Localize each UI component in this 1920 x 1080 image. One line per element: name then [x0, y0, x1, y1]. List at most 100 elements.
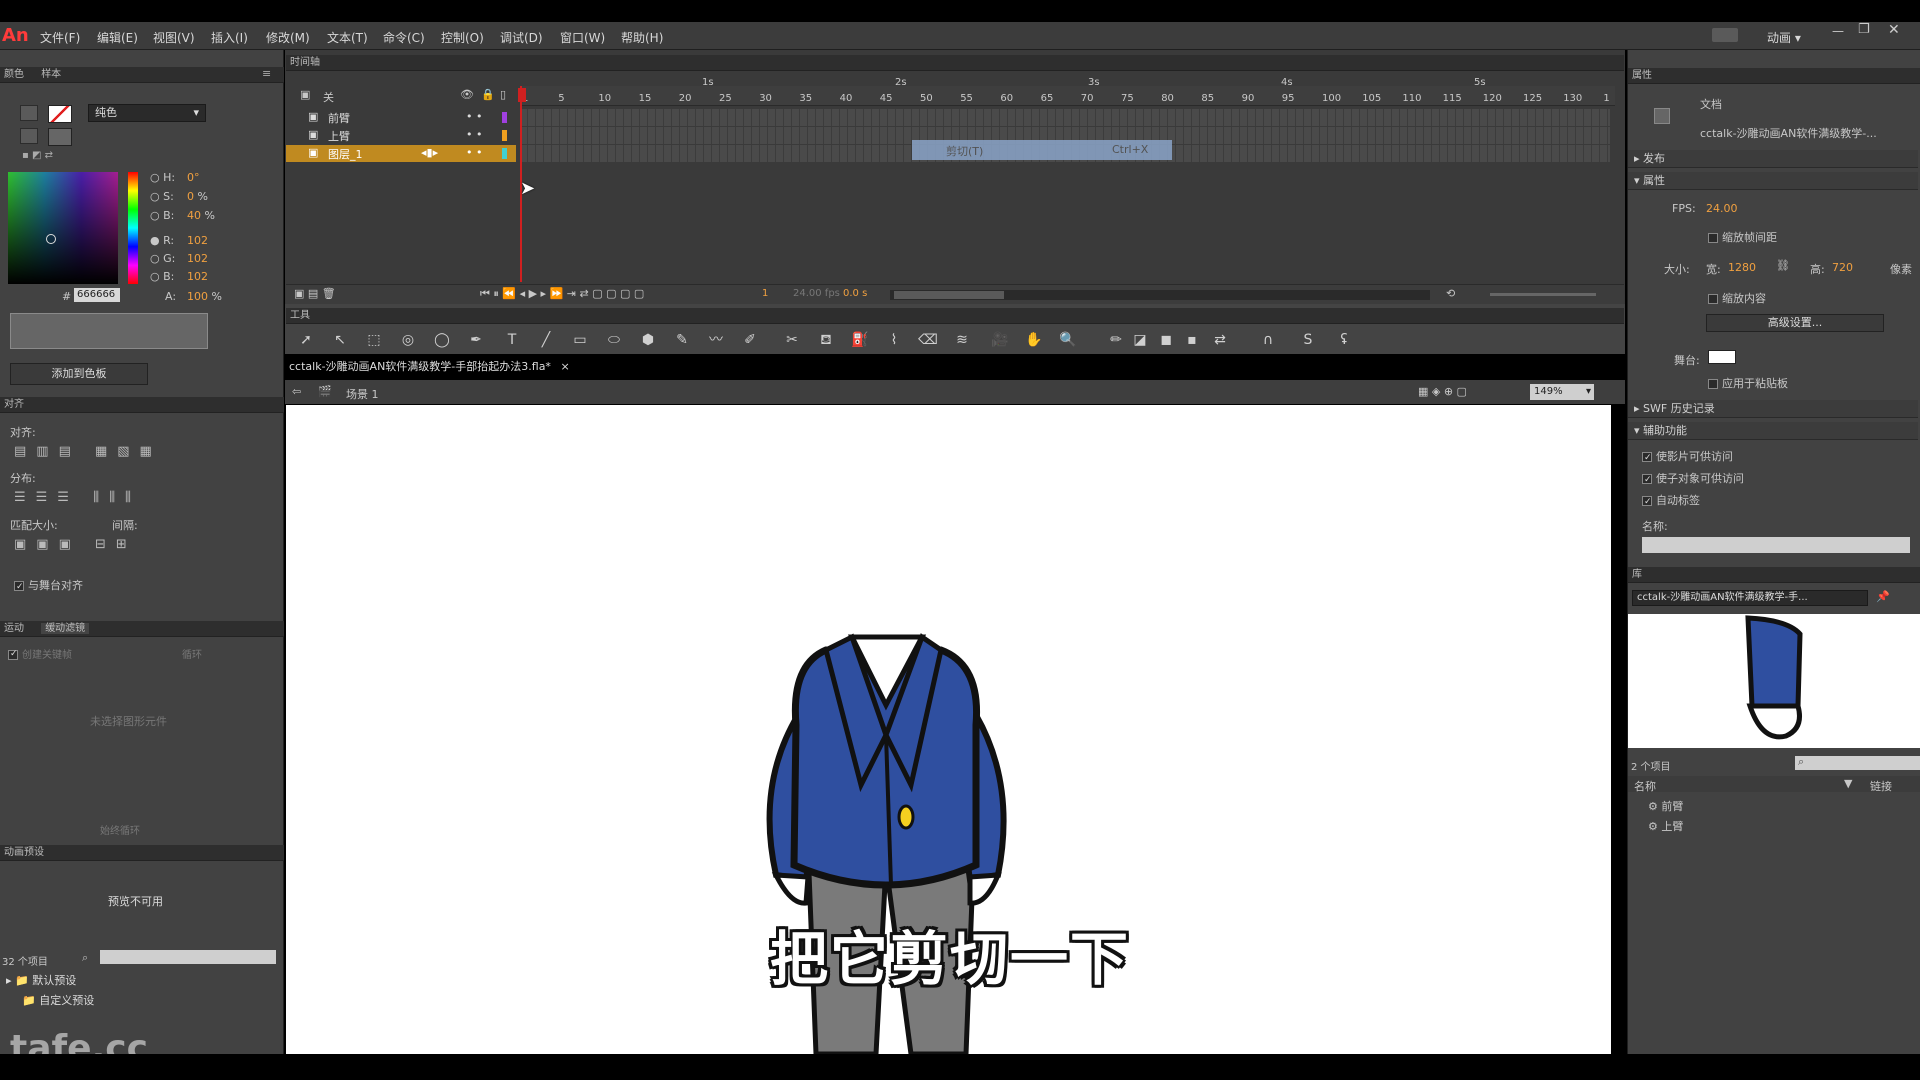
- menu-file[interactable]: 文件(F): [40, 29, 80, 46]
- advanced-settings-button[interactable]: 高级设置...: [1706, 314, 1884, 332]
- free-transform-tool[interactable]: ⬚: [364, 330, 384, 350]
- restore-icon[interactable]: ❐: [1858, 22, 1870, 37]
- back-arrow-icon[interactable]: ⇦: [292, 385, 301, 398]
- timeline-scrollbar[interactable]: [890, 290, 1430, 300]
- h-value[interactable]: 0°: [187, 171, 200, 184]
- smooth-tool[interactable]: S: [1298, 330, 1318, 350]
- loop-dropdown[interactable]: 循环: [182, 646, 202, 661]
- black-white-tool[interactable]: ▪: [1182, 330, 1202, 350]
- hue-slider[interactable]: [128, 172, 138, 284]
- width-value[interactable]: 1280: [1728, 261, 1756, 274]
- frames-forearm[interactable]: [520, 109, 1610, 126]
- camera-tool[interactable]: 🎥: [990, 330, 1010, 350]
- minimize-icon[interactable]: —: [1832, 24, 1844, 38]
- subselection-tool[interactable]: ↖: [330, 330, 350, 350]
- accessibility-section[interactable]: ▾ 辅助功能: [1628, 422, 1918, 440]
- fps-value[interactable]: 24.00: [1706, 202, 1738, 215]
- tab-easing[interactable]: 缓动滤镜: [41, 623, 90, 634]
- fill-swatch[interactable]: [48, 128, 72, 146]
- preset-folder-custom[interactable]: 📁 自定义预设: [22, 992, 94, 1008]
- sync-icon[interactable]: [1712, 28, 1738, 42]
- library-item-upperarm[interactable]: ⚙ 上臂: [1648, 818, 1683, 834]
- publish-section[interactable]: ▸ 发布: [1628, 150, 1918, 168]
- scale-spacing-checkbox[interactable]: 缩放帧间距: [1708, 229, 1777, 245]
- new-layer-icon[interactable]: ▣ ▤ 🗑: [294, 287, 336, 300]
- color-picker-cursor[interactable]: [46, 234, 56, 244]
- pin-icon[interactable]: 📌: [1876, 590, 1890, 603]
- bone-tool[interactable]: ✂: [782, 330, 802, 350]
- menu-insert[interactable]: 插入(I): [211, 29, 248, 46]
- fill-none-tool[interactable]: ◪: [1130, 330, 1150, 350]
- sort-icon[interactable]: ▼: [1844, 777, 1852, 790]
- b-value[interactable]: 40 %: [187, 209, 215, 222]
- layer-row-forearm[interactable]: ▣ 前臂 • •: [286, 109, 516, 126]
- close-tab-icon[interactable]: ×: [560, 360, 569, 373]
- zoom-select[interactable]: 149% ▾: [1530, 384, 1594, 400]
- menu-modify[interactable]: 修改(M): [266, 29, 310, 46]
- swap-tool[interactable]: ⇄: [1210, 330, 1230, 350]
- stroke-color-icon[interactable]: [20, 105, 38, 121]
- fill-type-select[interactable]: 纯色 ▾: [88, 104, 206, 122]
- timeline-layers-icon[interactable]: ▣: [300, 88, 310, 101]
- layer-row-layer1[interactable]: ▣ 图层_1 ◂▮▸ • •: [286, 145, 516, 162]
- polystar-tool[interactable]: ⬢: [638, 330, 658, 350]
- library-col-link[interactable]: 链接: [1870, 778, 1892, 794]
- swf-history-section[interactable]: ▸ SWF 历史记录: [1628, 400, 1918, 418]
- scene-name[interactable]: 场景 1: [346, 386, 379, 402]
- match-size-buttons[interactable]: ▣▣▣ ⊟⊞: [14, 537, 137, 552]
- loop-mode[interactable]: 始终循环: [100, 822, 140, 837]
- height-value[interactable]: 720: [1832, 261, 1853, 274]
- text-tool[interactable]: T: [502, 330, 522, 350]
- selection-tool[interactable]: ➚: [296, 330, 316, 350]
- lock-icon[interactable]: 🔒: [481, 88, 495, 101]
- acc-autolabel-checkbox[interactable]: 自动标签: [1642, 492, 1700, 508]
- 3d-rotation-tool[interactable]: ◎: [398, 330, 418, 350]
- create-keyframe-checkbox[interactable]: 创建关键帧: [8, 646, 72, 661]
- add-to-swatches-button[interactable]: 添加到色板: [10, 363, 148, 385]
- playback-controls[interactable]: ⏮ ⏸ ⏪ ◂ ▶ ▸ ⏩ ⇥ ⇄ ▢ ▢ ▢ ▢: [480, 287, 644, 301]
- width-tool[interactable]: ≋: [952, 330, 972, 350]
- g-value[interactable]: 102: [187, 252, 208, 265]
- playhead-handle[interactable]: [518, 88, 526, 102]
- straighten-tool[interactable]: ʢ: [1334, 330, 1354, 350]
- rectangle-tool[interactable]: ▭: [570, 330, 590, 350]
- bl-value[interactable]: 102: [187, 270, 208, 283]
- library-search-input[interactable]: [1795, 756, 1920, 770]
- preset-search-input[interactable]: [100, 950, 276, 964]
- stage-align-checkbox[interactable]: 与舞台对齐: [14, 577, 83, 593]
- pencil-tool[interactable]: ✎: [672, 330, 692, 350]
- current-frame[interactable]: 1: [762, 288, 768, 299]
- close-window-icon[interactable]: ✕: [1888, 22, 1900, 38]
- eye-icon[interactable]: 👁: [460, 88, 474, 101]
- tab-color[interactable]: 颜色: [4, 69, 24, 80]
- ink-bottle-tool[interactable]: ⛽: [850, 330, 870, 350]
- time-display[interactable]: 0.0 s: [843, 288, 867, 299]
- stroke-color-tool[interactable]: ✏: [1106, 330, 1126, 350]
- menu-control[interactable]: 控制(O): [441, 29, 484, 46]
- acc-name-input[interactable]: [1642, 537, 1910, 553]
- library-item-forearm[interactable]: ⚙ 前臂: [1648, 798, 1683, 814]
- menu-edit[interactable]: 编辑(E): [97, 29, 138, 46]
- paint-bucket-tool[interactable]: ⛾: [816, 330, 836, 350]
- apply-paste-checkbox[interactable]: 应用于粘贴板: [1708, 375, 1788, 391]
- link-icon[interactable]: ⛓: [1776, 259, 1790, 272]
- layer-row-upperarm[interactable]: ▣ 上臂 • •: [286, 127, 516, 144]
- scale-content-checkbox[interactable]: 缩放内容: [1708, 290, 1766, 306]
- document-tab[interactable]: cctalk-沙雕动画AN软件满级教学-手部抬起办法3.fla* ×: [289, 358, 570, 376]
- loop-icon[interactable]: ⟲: [1446, 287, 1455, 300]
- zoom-slider[interactable]: [1490, 293, 1596, 296]
- color-picker-field[interactable]: [8, 172, 118, 284]
- tab-swatches[interactable]: 样本: [41, 69, 61, 80]
- preset-folder-default[interactable]: ▸ 📁 默认预设: [6, 972, 76, 988]
- fps-display[interactable]: 24.00 fps: [793, 288, 840, 299]
- menu-window[interactable]: 窗口(W): [560, 29, 605, 46]
- snap-tool[interactable]: ∩: [1258, 330, 1278, 350]
- align-buttons[interactable]: ▤▥▤ ▦▧▦: [14, 444, 162, 459]
- menu-view[interactable]: 视图(V): [153, 29, 195, 46]
- menu-commands[interactable]: 命令(C): [383, 29, 425, 46]
- context-menu-cut[interactable]: 剪切(T) Ctrl+X: [912, 140, 1172, 160]
- preset-search-icon[interactable]: ⌕: [82, 951, 88, 965]
- eraser-tool[interactable]: ⌫: [918, 330, 938, 350]
- hand-tool[interactable]: ✋: [1024, 330, 1044, 350]
- zoom-tool[interactable]: 🔍: [1058, 330, 1078, 350]
